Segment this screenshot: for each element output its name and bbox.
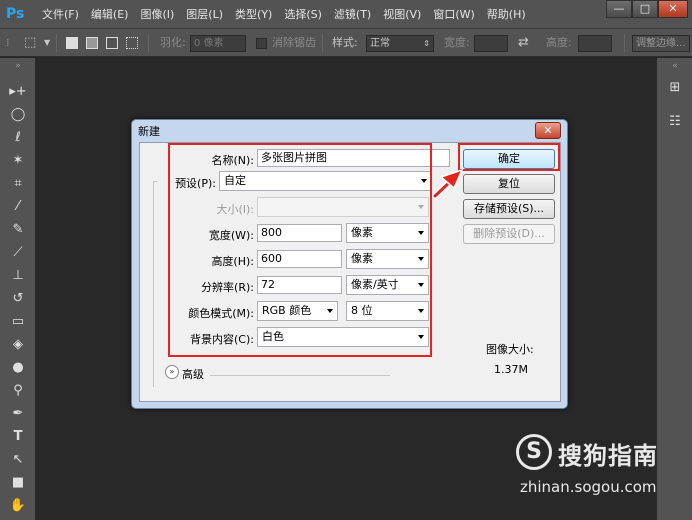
divider: [624, 34, 625, 52]
panel-dock: « ⊞ ☷: [656, 58, 692, 520]
delete-preset-button: 删除预设(D)...: [463, 224, 555, 244]
menu-window[interactable]: 窗口(W): [427, 0, 480, 29]
highlight-box-fields: [168, 143, 432, 357]
lasso-tool-icon[interactable]: ℓ: [6, 128, 30, 148]
refine-edge-button[interactable]: 调整边缘...: [632, 35, 690, 52]
menu-image[interactable]: 图像(I): [134, 0, 180, 29]
menu-file[interactable]: 文件(F): [36, 0, 85, 29]
chevron-down-icon[interactable]: ▼: [44, 29, 50, 57]
dialog-title: 新建: [138, 125, 160, 138]
history-panel-icon[interactable]: ⊞: [663, 78, 687, 98]
menu-type[interactable]: 类型(Y): [229, 0, 278, 29]
history-brush-icon[interactable]: ↺: [6, 289, 30, 309]
swap-icon[interactable]: ⇄: [518, 29, 529, 57]
type-tool-icon[interactable]: T: [6, 427, 30, 447]
add-selection-icon[interactable]: [86, 37, 98, 49]
crop-tool-icon[interactable]: ⌗: [6, 174, 30, 194]
toolbox: » ▸+ ◯ ℓ ✶ ⌗ ⁄ ✎ ⟋ ⊥ ↺ ▭ ◈ ● ⚲ ✒ T ↖ ■ ✋: [0, 58, 36, 520]
menu-select[interactable]: 选择(S): [278, 0, 328, 29]
close-window-button[interactable]: ✕: [658, 0, 688, 18]
group-border: [153, 181, 157, 387]
magic-wand-icon[interactable]: ✶: [6, 151, 30, 171]
marquee-tool-icon[interactable]: ◯: [6, 105, 30, 125]
save-preset-button[interactable]: 存储预设(S)...: [463, 199, 555, 219]
height-label: 高度:: [546, 36, 572, 49]
feather-label: 羽化:: [160, 36, 186, 49]
minimize-button[interactable]: —: [606, 0, 632, 18]
dodge-tool-icon[interactable]: ⚲: [6, 381, 30, 401]
highlight-box-ok: [458, 143, 560, 171]
chevron-updown-icon: ⇕: [423, 39, 430, 48]
move-tool-icon[interactable]: ▸+: [6, 82, 30, 102]
divider: [148, 34, 149, 52]
restore-button[interactable]: □: [632, 0, 658, 18]
subtract-selection-icon[interactable]: [106, 37, 118, 49]
advanced-label[interactable]: 高级: [182, 366, 204, 382]
watermark-url: zhinan.sogou.com: [520, 478, 657, 496]
style-select[interactable]: 正常 ⇕: [366, 35, 434, 52]
clone-stamp-icon[interactable]: ⊥: [6, 266, 30, 286]
rectangle-tool-icon[interactable]: ■: [6, 473, 30, 493]
advanced-divider: [210, 375, 390, 376]
antialias-label: 消除锯齿: [272, 36, 316, 49]
menu-help[interactable]: 帮助(H): [481, 0, 532, 29]
image-size-label: 图像大小:: [486, 343, 534, 356]
path-selection-icon[interactable]: ↖: [6, 450, 30, 470]
width-label: 宽度:: [444, 36, 470, 49]
divider: [56, 34, 57, 52]
reset-button[interactable]: 复位: [463, 174, 555, 194]
width-input[interactable]: [474, 35, 508, 52]
menu-edit[interactable]: 编辑(E): [85, 0, 135, 29]
new-selection-icon[interactable]: [66, 37, 78, 49]
divider: [322, 34, 323, 52]
dialog-close-button[interactable]: ✕: [535, 122, 561, 139]
hand-tool-icon[interactable]: ✋: [6, 496, 30, 516]
photoshop-logo: Ps: [6, 6, 25, 22]
paint-bucket-icon[interactable]: ◈: [6, 335, 30, 355]
grip-icon: ⁞: [6, 36, 10, 49]
style-value: 正常: [370, 38, 390, 49]
menu-bar: Ps 文件(F) 编辑(E) 图像(I) 图层(L) 类型(Y) 选择(S) 滤…: [0, 0, 692, 29]
intersect-selection-icon[interactable]: [126, 37, 138, 49]
menu-filter[interactable]: 滤镜(T): [328, 0, 377, 29]
options-bar: ⁞ ⬚ ▼ 羽化: 0 像素 消除锯齿 样式: 正常 ⇕ 宽度: ⇄ 高度: 调…: [0, 29, 692, 57]
properties-panel-icon[interactable]: ☷: [663, 112, 687, 132]
antialias-checkbox[interactable]: [256, 38, 267, 49]
style-label: 样式:: [332, 36, 358, 49]
image-size-value: 1.37M: [494, 363, 528, 376]
sogou-logo-icon: S: [516, 434, 552, 470]
height-input[interactable]: [578, 35, 612, 52]
pen-tool-icon[interactable]: ✒: [6, 404, 30, 424]
eyedropper-icon[interactable]: ⁄: [6, 197, 30, 217]
menu-items: 文件(F) 编辑(E) 图像(I) 图层(L) 类型(Y) 选择(S) 滤镜(T…: [36, 0, 532, 29]
eraser-tool-icon[interactable]: ▭: [6, 312, 30, 332]
brush-tool-icon[interactable]: ⟋: [6, 243, 30, 263]
marquee-preset-icon[interactable]: ⬚: [24, 29, 36, 57]
expand-arrows-icon[interactable]: «: [663, 56, 687, 76]
feather-input[interactable]: 0 像素: [190, 35, 246, 52]
healing-brush-icon[interactable]: ✎: [6, 220, 30, 240]
blur-tool-icon[interactable]: ●: [6, 358, 30, 378]
menu-layer[interactable]: 图层(L): [180, 0, 229, 29]
expand-advanced-icon[interactable]: »: [165, 365, 179, 379]
menu-view[interactable]: 视图(V): [377, 0, 427, 29]
watermark-title: 搜狗指南: [558, 442, 658, 470]
collapse-arrows-icon[interactable]: »: [6, 56, 30, 76]
